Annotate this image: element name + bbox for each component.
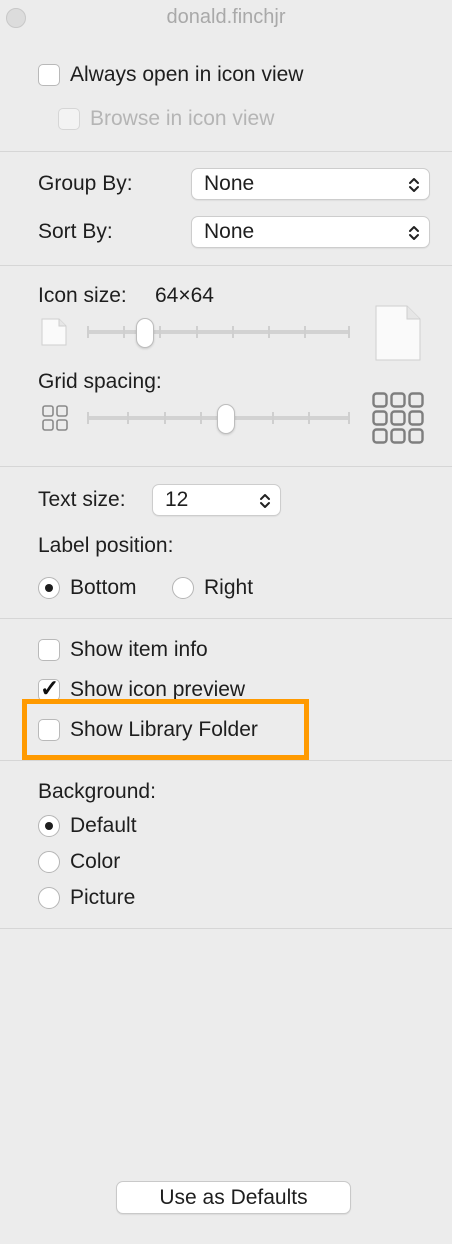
slider-tick bbox=[196, 326, 198, 338]
slider-tick bbox=[164, 412, 166, 424]
background-label: Background: bbox=[38, 780, 156, 803]
divider bbox=[0, 760, 452, 761]
sort-by-label: Sort By: bbox=[38, 220, 113, 243]
grid-spacing-slider[interactable] bbox=[87, 404, 350, 434]
label-position-bottom-radio[interactable]: Bottom bbox=[38, 576, 137, 600]
chevron-updown-icon bbox=[409, 178, 419, 192]
checkmark-icon: ✓ bbox=[40, 675, 60, 701]
show-item-info-label: Show item info bbox=[70, 638, 208, 661]
grid-compact-icon bbox=[42, 405, 68, 431]
checkbox-box bbox=[58, 108, 80, 130]
icon-size-value: 64×64 bbox=[155, 284, 214, 307]
group-by-value: None bbox=[204, 172, 255, 195]
chevron-updown-icon bbox=[409, 226, 419, 240]
default-label: Default bbox=[70, 814, 137, 837]
bottom-label: Bottom bbox=[70, 576, 137, 599]
radio-circle[interactable] bbox=[38, 577, 60, 599]
chevron-updown-icon bbox=[260, 494, 270, 508]
slider-tick bbox=[200, 412, 202, 424]
slider-tick bbox=[304, 326, 306, 338]
label-position-right-radio[interactable]: Right bbox=[172, 576, 253, 600]
show-item-info-checkbox[interactable]: Show item info bbox=[38, 638, 208, 662]
slider-tick bbox=[159, 326, 161, 338]
grid-spacing-label: Grid spacing: bbox=[38, 370, 162, 393]
divider bbox=[0, 618, 452, 619]
divider bbox=[0, 928, 452, 929]
checkbox-box[interactable] bbox=[38, 639, 60, 661]
large-document-icon bbox=[375, 305, 421, 361]
always-open-label: Always open in icon view bbox=[70, 63, 304, 86]
title-bar: donald.finchjr bbox=[0, 0, 452, 36]
always-open-icon-view-checkbox[interactable]: Always open in icon view bbox=[38, 63, 303, 87]
radio-circle[interactable] bbox=[38, 815, 60, 837]
use-as-defaults-button[interactable]: Use as Defaults bbox=[116, 1181, 351, 1214]
slider-track bbox=[87, 330, 350, 334]
text-size-value: 12 bbox=[165, 488, 189, 511]
checkbox-box[interactable]: ✓ bbox=[38, 675, 60, 701]
background-default-radio[interactable]: Default bbox=[38, 814, 137, 838]
background-picture-radio[interactable]: Picture bbox=[38, 886, 135, 910]
slider-tick bbox=[272, 412, 274, 424]
group-by-label: Group By: bbox=[38, 172, 133, 195]
browse-icon-view-checkbox: Browse in icon view bbox=[58, 107, 274, 131]
icon-size-slider[interactable] bbox=[87, 318, 350, 348]
small-document-icon bbox=[41, 318, 67, 346]
slider-tick bbox=[348, 412, 350, 424]
slider-tick bbox=[127, 412, 129, 424]
divider bbox=[0, 151, 452, 152]
right-label: Right bbox=[204, 576, 254, 599]
checkbox-box[interactable] bbox=[38, 64, 60, 86]
group-by-select[interactable]: None bbox=[191, 168, 430, 200]
label-position-label: Label position: bbox=[38, 534, 174, 557]
text-size-select[interactable]: 12 bbox=[152, 484, 281, 516]
picture-label: Picture bbox=[70, 886, 136, 909]
slider-knob[interactable] bbox=[136, 318, 154, 348]
slider-tick bbox=[308, 412, 310, 424]
sort-by-value: None bbox=[204, 220, 255, 243]
slider-tick bbox=[123, 326, 125, 338]
window-title: donald.finchjr bbox=[166, 6, 286, 28]
slider-tick bbox=[348, 326, 350, 338]
radio-circle[interactable] bbox=[38, 887, 60, 909]
sort-by-select[interactable]: None bbox=[191, 216, 430, 248]
slider-tick bbox=[87, 326, 89, 338]
slider-tick bbox=[87, 412, 89, 424]
color-label: Color bbox=[70, 850, 121, 873]
browse-label: Browse in icon view bbox=[90, 107, 275, 130]
text-size-label: Text size: bbox=[38, 488, 126, 511]
highlight-box bbox=[22, 699, 309, 760]
slider-tick bbox=[232, 326, 234, 338]
slider-tick bbox=[268, 326, 270, 338]
background-color-radio[interactable]: Color bbox=[38, 850, 120, 874]
icon-size-label: Icon size: bbox=[38, 284, 127, 307]
radio-circle[interactable] bbox=[38, 851, 60, 873]
divider bbox=[0, 265, 452, 266]
grid-wide-icon bbox=[372, 392, 424, 444]
radio-circle[interactable] bbox=[172, 577, 194, 599]
divider bbox=[0, 466, 452, 467]
slider-knob[interactable] bbox=[217, 404, 235, 434]
